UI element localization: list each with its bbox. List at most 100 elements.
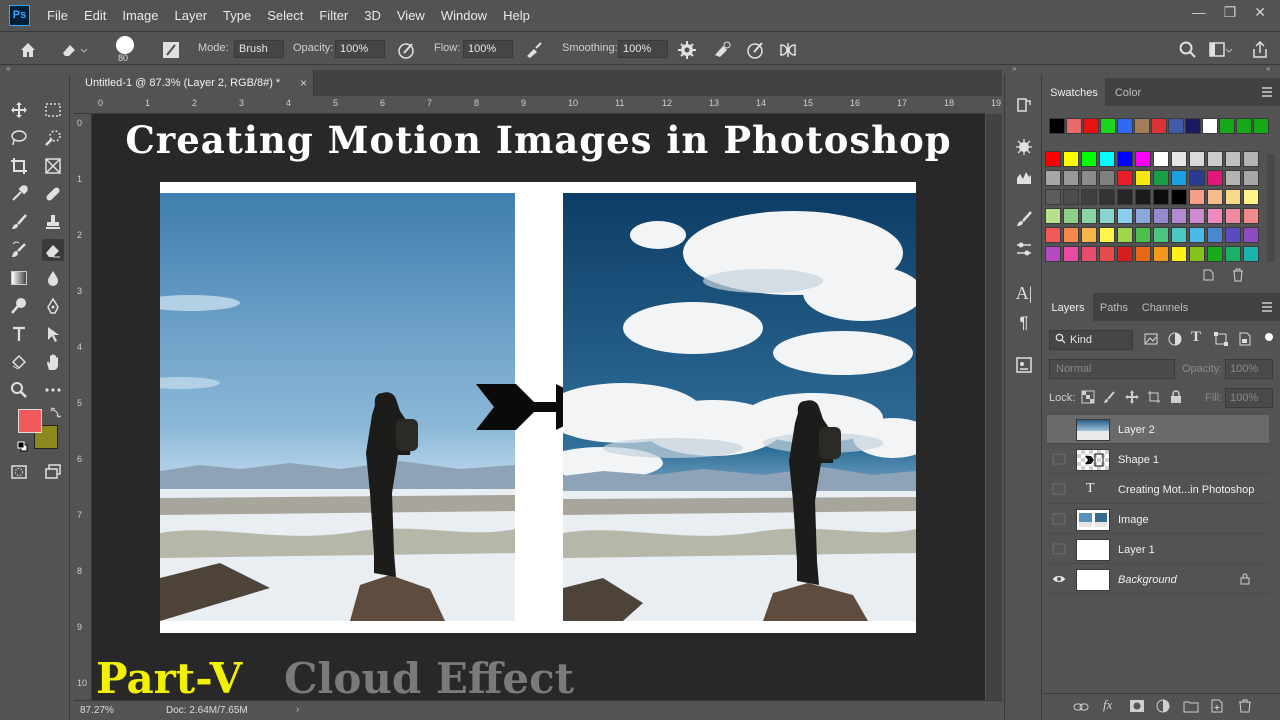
- brushes-panel-icon[interactable]: [1014, 209, 1034, 229]
- brush-preview-icon[interactable]: [116, 36, 134, 54]
- brush-tool-icon[interactable]: [8, 211, 30, 233]
- airbrush-icon[interactable]: [524, 40, 544, 60]
- color-swatch[interactable]: [1081, 151, 1097, 167]
- erase-to-history-icon[interactable]: [712, 40, 732, 60]
- color-swatch[interactable]: [1189, 151, 1205, 167]
- color-swatch[interactable]: [1171, 208, 1187, 224]
- filter-adjustment-icon[interactable]: [1167, 331, 1183, 347]
- color-swatch[interactable]: [1117, 189, 1133, 205]
- menu-help[interactable]: Help: [495, 8, 538, 23]
- pressure-size-icon[interactable]: [745, 40, 765, 60]
- delete-layer-icon[interactable]: [1237, 699, 1253, 713]
- new-group-icon[interactable]: [1183, 699, 1199, 713]
- color-swatch[interactable]: [1063, 151, 1079, 167]
- flow-input[interactable]: 100%: [463, 40, 513, 58]
- brush-settings-panel-icon[interactable]: [1014, 239, 1034, 259]
- quick-mask-icon[interactable]: [8, 461, 30, 483]
- color-swatch[interactable]: [1135, 189, 1151, 205]
- mode-select[interactable]: Brush: [234, 40, 284, 58]
- color-swatch[interactable]: [1135, 208, 1151, 224]
- color-swatch[interactable]: [1189, 208, 1205, 224]
- visibility-toggle[interactable]: [1052, 513, 1066, 525]
- layer-row-layer-1[interactable]: Layer 1: [1047, 535, 1269, 564]
- pressure-opacity-icon[interactable]: [396, 40, 416, 60]
- color-swatch[interactable]: [1153, 189, 1169, 205]
- brush-settings-icon[interactable]: [161, 40, 181, 60]
- color-swatch[interactable]: [1063, 208, 1079, 224]
- healing-brush-tool-icon[interactable]: [42, 183, 64, 205]
- recent-swatch[interactable]: [1168, 118, 1184, 134]
- recent-swatch[interactable]: [1219, 118, 1235, 134]
- eye-icon[interactable]: [1052, 573, 1066, 585]
- color-swatch[interactable]: [1135, 227, 1151, 243]
- search-icon[interactable]: [1178, 40, 1198, 60]
- menu-select[interactable]: Select: [259, 8, 311, 23]
- layer-row-shape-1[interactable]: Shape 1: [1047, 445, 1269, 474]
- color-swatch[interactable]: [1207, 189, 1223, 205]
- opacity-input[interactable]: 100%: [335, 40, 385, 58]
- document-canvas[interactable]: Creating Motion Images in Photoshop Part…: [92, 114, 985, 700]
- color-swatch[interactable]: [1099, 246, 1115, 262]
- recent-swatch[interactable]: [1202, 118, 1218, 134]
- histogram-panel-icon[interactable]: [1014, 167, 1034, 187]
- filter-pixel-icon[interactable]: [1143, 331, 1159, 347]
- color-swatch[interactable]: [1045, 227, 1061, 243]
- tab-swatches[interactable]: Swatches: [1043, 78, 1105, 106]
- color-swatch[interactable]: [1045, 170, 1061, 186]
- filter-smart-object-icon[interactable]: [1237, 331, 1253, 347]
- workspace-icon[interactable]: [1208, 40, 1232, 60]
- path-selection-tool-icon[interactable]: [42, 323, 64, 345]
- color-swatch[interactable]: [1153, 170, 1169, 186]
- layer-row-image[interactable]: Image: [1047, 505, 1269, 534]
- layer-filter-select[interactable]: Kind: [1049, 330, 1133, 350]
- color-swatch[interactable]: [1081, 208, 1097, 224]
- fill-input[interactable]: 100%: [1225, 388, 1273, 408]
- glyphs-panel-icon[interactable]: [1014, 355, 1034, 375]
- close-icon[interactable]: ✕: [1254, 4, 1266, 21]
- color-swatch[interactable]: [1171, 151, 1187, 167]
- color-swatch[interactable]: [1189, 246, 1205, 262]
- color-swatch[interactable]: [1081, 170, 1097, 186]
- tab-paths[interactable]: Paths: [1093, 293, 1135, 321]
- symmetry-icon[interactable]: [778, 40, 798, 60]
- color-swatch[interactable]: [1153, 208, 1169, 224]
- color-swatch[interactable]: [1081, 189, 1097, 205]
- pen-tool-icon[interactable]: [42, 295, 64, 317]
- lock-position-icon[interactable]: [1125, 390, 1139, 404]
- menu-layer[interactable]: Layer: [167, 8, 216, 23]
- color-swatch[interactable]: [1171, 170, 1187, 186]
- layer-row-background[interactable]: Background: [1047, 565, 1269, 594]
- add-mask-icon[interactable]: [1129, 699, 1145, 713]
- color-swatch[interactable]: [1171, 189, 1187, 205]
- visibility-toggle[interactable]: [1052, 423, 1066, 435]
- color-swatch[interactable]: [1063, 246, 1079, 262]
- recent-swatch[interactable]: [1117, 118, 1133, 134]
- document-tab[interactable]: Untitled-1 @ 87.3% (Layer 2, RGB/8#) * ×: [74, 70, 314, 96]
- color-swatch[interactable]: [1225, 246, 1241, 262]
- visibility-toggle[interactable]: [1052, 453, 1066, 465]
- color-swatch[interactable]: [1225, 227, 1241, 243]
- screen-mode-icon[interactable]: [42, 461, 64, 483]
- color-swatch[interactable]: [1099, 170, 1115, 186]
- type-tool-icon[interactable]: [8, 323, 30, 345]
- recent-swatch[interactable]: [1151, 118, 1167, 134]
- recent-swatch[interactable]: [1253, 118, 1269, 134]
- new-layer-icon[interactable]: [1209, 699, 1225, 713]
- paragraph-panel-icon[interactable]: ¶: [1014, 313, 1034, 333]
- recent-swatch[interactable]: [1066, 118, 1082, 134]
- color-swatch[interactable]: [1225, 170, 1241, 186]
- canvas-vertical-scrollbar[interactable]: [986, 114, 1002, 700]
- color-swatch[interactable]: [1117, 246, 1133, 262]
- recent-swatch[interactable]: [1134, 118, 1150, 134]
- panel-menu-icon[interactable]: [1261, 87, 1273, 97]
- recent-swatch[interactable]: [1049, 118, 1065, 134]
- minimize-icon[interactable]: —: [1192, 4, 1206, 21]
- swap-colors-icon[interactable]: [50, 406, 62, 418]
- default-colors-icon[interactable]: [17, 441, 28, 452]
- color-swatch[interactable]: [1045, 208, 1061, 224]
- layers-panel-menu-icon[interactable]: [1261, 302, 1273, 312]
- new-swatch-icon[interactable]: [1201, 268, 1215, 282]
- color-swatch[interactable]: [1135, 170, 1151, 186]
- color-swatch[interactable]: [1225, 151, 1241, 167]
- menu-view[interactable]: View: [389, 8, 433, 23]
